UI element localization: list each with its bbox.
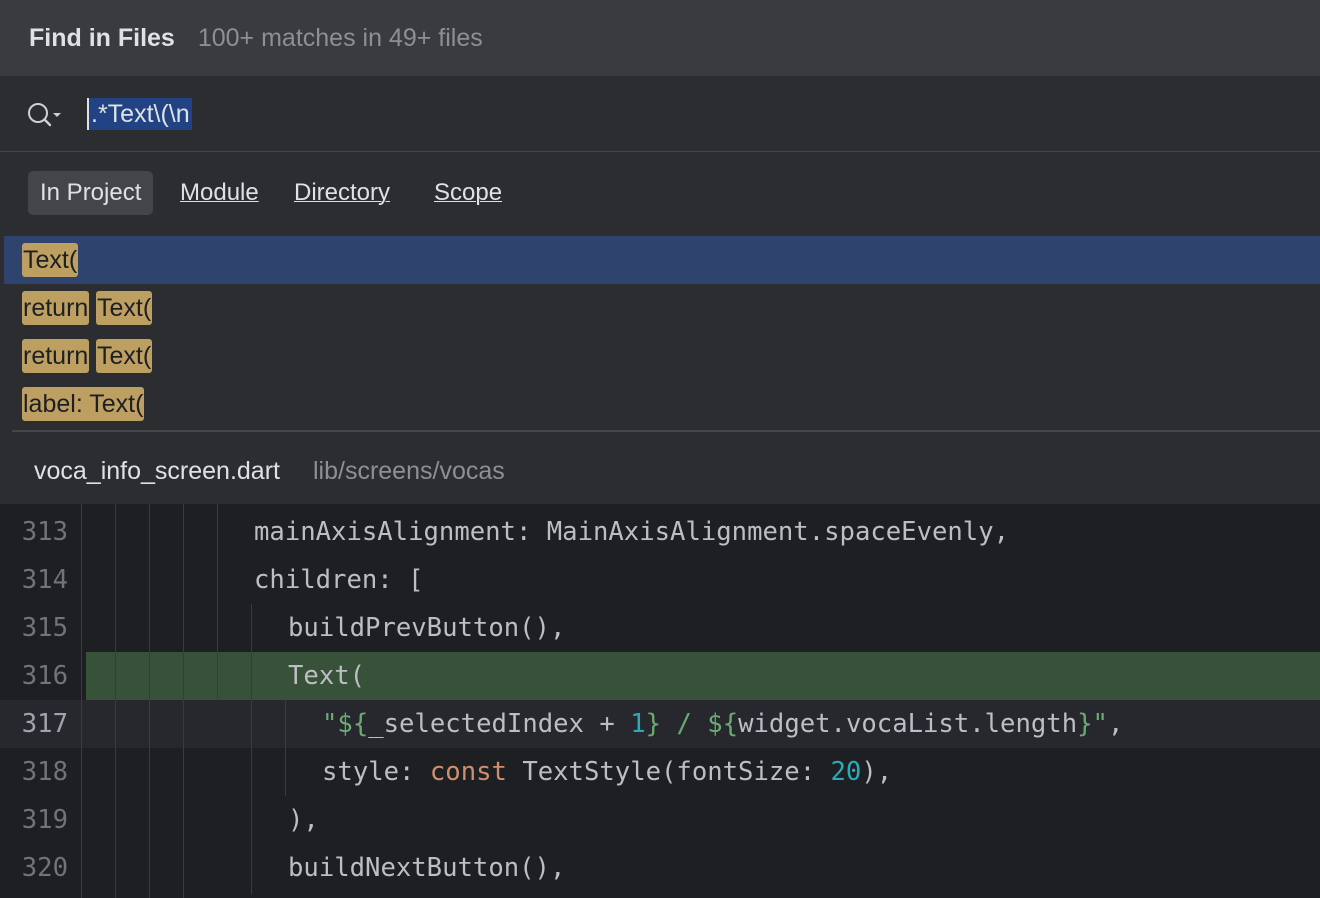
tab-directory[interactable]: Directory bbox=[282, 171, 402, 215]
search-icon[interactable] bbox=[26, 100, 62, 130]
match-text: label: Text( bbox=[22, 387, 145, 421]
code-text: buildPrevButton(), bbox=[288, 613, 566, 643]
indent-guide bbox=[217, 504, 218, 700]
code-text: buildNextButton(), bbox=[288, 853, 566, 883]
indent-guide bbox=[149, 504, 150, 898]
match-text: return bbox=[22, 339, 90, 373]
line-number: 314 bbox=[21, 565, 68, 595]
result-row[interactable]: return Text( bbox=[4, 332, 1320, 380]
code-text: style: const TextStyle(fontSize: 20), bbox=[322, 757, 893, 787]
code-text: mainAxisAlignment: MainAxisAlignment.spa… bbox=[254, 517, 1010, 547]
line-number: 316 bbox=[21, 661, 68, 691]
search-input[interactable]: .*Text\(\n bbox=[87, 98, 192, 130]
scope-tabs: In Project Module Directory Scope bbox=[0, 152, 1320, 232]
code-text: Text( bbox=[288, 661, 366, 691]
tab-label: Module bbox=[180, 179, 259, 206]
dialog-title: Find in Files bbox=[29, 23, 175, 52]
tab-label: Directory bbox=[294, 179, 391, 206]
search-bar bbox=[0, 76, 1320, 152]
tab-in-project[interactable]: In Project bbox=[28, 171, 154, 215]
line-number: 319 bbox=[21, 805, 68, 835]
code-line: 319 ), bbox=[0, 796, 1320, 844]
match-summary: 100+ matches in 49+ files bbox=[197, 23, 483, 52]
tab-label: In Project bbox=[40, 179, 142, 206]
line-number: 315 bbox=[21, 613, 68, 643]
code-line: 316 Text( bbox=[0, 652, 1320, 700]
indent-guide bbox=[115, 504, 116, 898]
match-text: return bbox=[22, 291, 90, 325]
result-row[interactable]: Text( bbox=[4, 236, 1320, 284]
code-line: 320 buildNextButton(), bbox=[0, 844, 1320, 892]
code-line-current: 317 "${_selectedIndex + 1} / ${widget.vo… bbox=[0, 700, 1320, 748]
code-line: 318 style: const TextStyle(fontSize: 20)… bbox=[0, 748, 1320, 796]
find-in-files-header: Find in Files 100+ matches in 49+ files bbox=[0, 0, 1320, 76]
code-line: 314 children: [ bbox=[0, 556, 1320, 604]
gutter-border bbox=[81, 504, 82, 898]
line-number: 317 bbox=[21, 709, 68, 739]
tab-label: Scope bbox=[434, 179, 503, 206]
code-text: ), bbox=[288, 805, 319, 835]
code-preview[interactable]: 313 mainAxisAlignment: MainAxisAlignment… bbox=[0, 504, 1320, 898]
preview-filepath: lib/screens/vocas bbox=[313, 457, 505, 485]
preview-filename: voca_info_screen.dart bbox=[34, 457, 280, 485]
results-list: Text( return Text( return Text( label: T… bbox=[0, 236, 1320, 430]
match-text: Text( bbox=[96, 339, 153, 373]
result-row[interactable]: label: Text( bbox=[4, 380, 1320, 428]
match-text: Text( bbox=[22, 243, 79, 277]
indent-guide bbox=[251, 604, 252, 894]
code-line: 313 mainAxisAlignment: MainAxisAlignment… bbox=[0, 508, 1320, 556]
code-text: children: [ bbox=[254, 565, 424, 595]
line-number: 318 bbox=[21, 757, 68, 787]
tab-scope[interactable]: Scope bbox=[422, 171, 514, 215]
code-text: "${_selectedIndex + 1} / ${widget.vocaLi… bbox=[322, 709, 1124, 739]
indent-guide bbox=[285, 700, 286, 796]
indent-guide bbox=[183, 504, 184, 898]
code-line: 315 buildPrevButton(), bbox=[0, 604, 1320, 652]
match-text: Text( bbox=[96, 291, 153, 325]
tab-module[interactable]: Module bbox=[168, 171, 271, 215]
preview-file-header: voca_info_screen.dart lib/screens/vocas bbox=[0, 432, 1320, 504]
result-row[interactable]: return Text( bbox=[4, 284, 1320, 332]
line-number: 313 bbox=[21, 517, 68, 547]
line-number: 320 bbox=[21, 853, 68, 883]
